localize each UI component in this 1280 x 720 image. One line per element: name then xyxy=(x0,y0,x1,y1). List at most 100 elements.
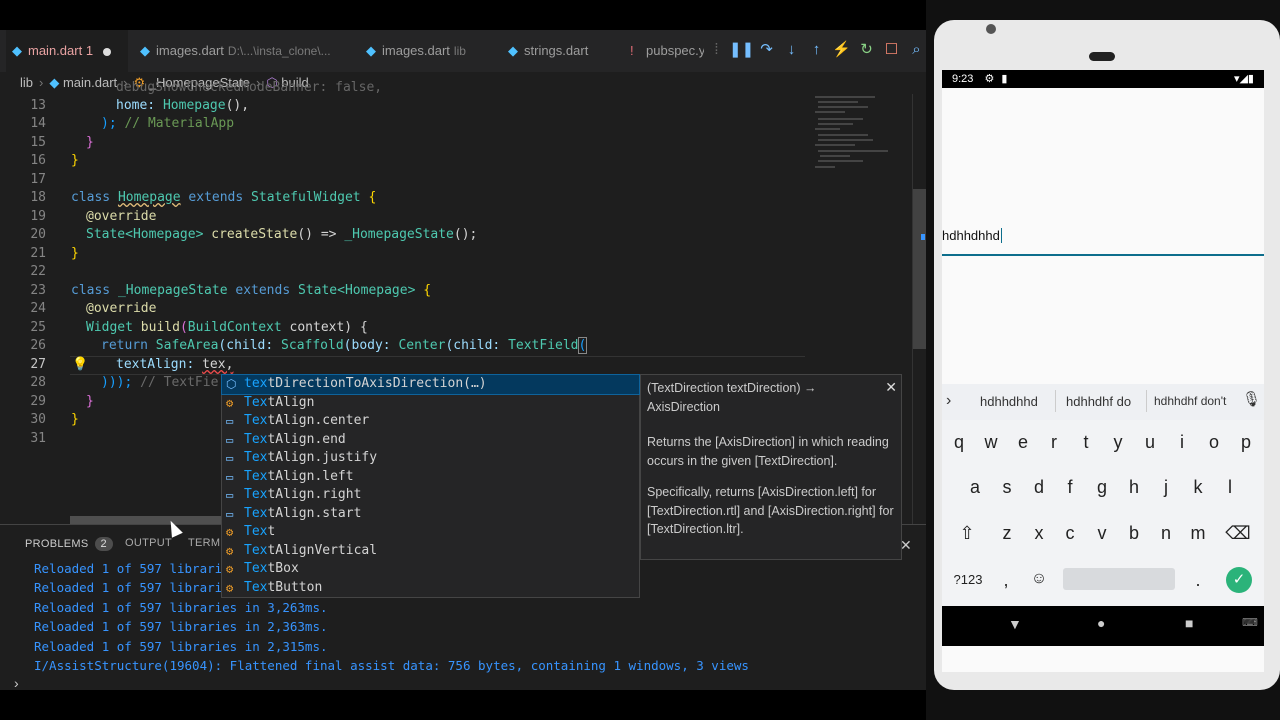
key-l[interactable]: l xyxy=(1216,477,1244,498)
key-i[interactable]: i xyxy=(1168,432,1196,453)
key-y[interactable]: y xyxy=(1104,432,1132,453)
inspect-icon[interactable]: ⌕ xyxy=(904,41,926,58)
key-x[interactable]: x xyxy=(1025,523,1053,544)
breadcrumb-lib[interactable]: lib xyxy=(20,75,33,90)
home-icon[interactable]: ● xyxy=(1097,615,1105,631)
horizontal-scrollbar[interactable] xyxy=(70,516,230,524)
word-suggestion[interactable]: hdhhdhf do xyxy=(1066,394,1131,409)
suggestion-item[interactable]: ▭ TextAlign.end xyxy=(222,431,639,450)
suggestion-item[interactable]: ▭ TextAlign.justify xyxy=(222,449,639,468)
tab-strings-dart[interactable]: ◆ strings.dart xyxy=(502,30,612,72)
key-n[interactable]: n xyxy=(1152,523,1180,544)
done-check-icon[interactable]: ✓ xyxy=(1226,567,1252,593)
step-out-icon[interactable]: ↑ xyxy=(804,41,829,58)
key-p[interactable]: p xyxy=(1232,432,1260,453)
key-w[interactable]: w xyxy=(977,432,1005,453)
suggestion-list[interactable]: ⬡ textDirectionToAxisDirection(…) ⚙ TextAl… xyxy=(221,374,640,598)
recents-icon[interactable]: ■ xyxy=(1185,615,1193,631)
sd-card-icon: ▮ xyxy=(1001,73,1008,85)
suggestion-item[interactable]: ⚙ TextBox xyxy=(222,560,639,579)
word-suggestion[interactable]: hdhhdhf don't xyxy=(1154,394,1226,408)
tab-images-dart-1[interactable]: ◆ images.dart D:\...\insta_clone\... xyxy=(134,30,354,72)
enum-icon: ▭ xyxy=(226,488,234,502)
tab-problems[interactable]: PROBLEMS 2 xyxy=(25,537,113,551)
key-m[interactable]: m xyxy=(1184,523,1212,544)
key-v[interactable]: v xyxy=(1088,523,1116,544)
hot-reload-icon[interactable]: ⚡ xyxy=(829,40,854,58)
suggestion-item[interactable]: ⚙ TextAlign xyxy=(222,394,639,413)
line-number: 21 xyxy=(30,246,46,261)
class-icon: ⚙ xyxy=(226,580,234,595)
suggestion-item[interactable]: ▭ TextAlign.center xyxy=(222,412,639,431)
back-icon[interactable]: ▼ xyxy=(1008,616,1022,632)
stop-icon[interactable]: ☐ xyxy=(879,40,904,58)
suggestion-item[interactable]: ▭ TextAlign.start xyxy=(222,505,639,524)
line-number: 16 xyxy=(30,153,46,168)
key-q[interactable]: q xyxy=(945,432,973,453)
key-e[interactable]: e xyxy=(1009,432,1037,453)
keyboard-switch-icon[interactable]: ⌨ xyxy=(1242,616,1258,629)
breadcrumb-file[interactable]: main.dart xyxy=(63,75,117,90)
minimap[interactable] xyxy=(810,94,910,184)
chevron-right-icon[interactable]: › xyxy=(14,675,19,690)
suggestion-item[interactable]: ▭ TextAlign.right xyxy=(222,486,639,505)
key-z[interactable]: z xyxy=(993,523,1021,544)
step-into-icon[interactable]: ↓ xyxy=(779,41,804,58)
lightbulb-icon[interactable]: 💡 xyxy=(72,357,88,372)
line-number: 13 xyxy=(30,98,46,113)
pause-icon[interactable]: ❚❚ xyxy=(729,40,754,58)
vertical-scrollbar[interactable] xyxy=(912,94,926,524)
tab-images-dart-2[interactable]: ◆ images.dart lib xyxy=(360,30,490,72)
key-c[interactable]: c xyxy=(1056,523,1084,544)
tab-main-dart[interactable]: ◆ main.dart 1 xyxy=(6,30,128,72)
key-b[interactable]: b xyxy=(1120,523,1148,544)
microphone-icon[interactable]: 🎙 xyxy=(1242,390,1261,408)
key-u[interactable]: u xyxy=(1136,432,1164,453)
code-line-20: State<Homepage> createState() => _Homepa… xyxy=(86,227,478,242)
shift-key-icon[interactable]: ⇧ xyxy=(953,523,981,544)
suggestion-item[interactable]: ⚙ Text xyxy=(222,523,639,542)
suggestion-item[interactable]: ⚙ TextButton xyxy=(222,579,639,598)
key-j[interactable]: j xyxy=(1152,477,1180,498)
key-f[interactable]: f xyxy=(1056,477,1084,498)
code-line-12: debugShowCheckedModeBanner: false, xyxy=(116,80,383,95)
tab-output[interactable]: OUTPUT xyxy=(125,537,172,549)
suggestion-item[interactable]: ▭ TextAlign.left xyxy=(222,468,639,487)
space-bar[interactable] xyxy=(1063,568,1175,590)
key-k[interactable]: k xyxy=(1184,477,1212,498)
restart-icon[interactable]: ↻ xyxy=(854,40,879,58)
scroll-thumb[interactable] xyxy=(913,189,926,349)
key-h[interactable]: h xyxy=(1120,477,1148,498)
suggestion-item[interactable]: ⬡ textDirectionToAxisDirection(…) xyxy=(221,374,640,395)
text-field[interactable]: hdhhdhhd xyxy=(942,228,1264,243)
key-o[interactable]: o xyxy=(1200,432,1228,453)
output-line: Reloaded 1 of 597 libraries in 3,263ms. xyxy=(34,600,328,615)
comma-key[interactable]: , xyxy=(992,570,1020,591)
backspace-icon[interactable]: ⌫ xyxy=(1224,523,1252,544)
key-g[interactable]: g xyxy=(1088,477,1116,498)
key-t[interactable]: t xyxy=(1072,432,1100,453)
line-number: 30 xyxy=(30,412,46,427)
enum-icon: ▭ xyxy=(226,506,234,521)
line-number: 15 xyxy=(30,135,46,150)
key-a[interactable]: a xyxy=(961,477,989,498)
class-icon: ⚙ xyxy=(226,562,234,576)
tab-terminal[interactable]: TERMI xyxy=(188,537,224,549)
word-suggestion[interactable]: hdhhdhhd xyxy=(980,394,1038,409)
drag-handle-icon[interactable]: ⁞ xyxy=(704,41,729,58)
key-s[interactable]: s xyxy=(993,477,1021,498)
line-number: 20 xyxy=(30,227,46,242)
key-r[interactable]: r xyxy=(1040,432,1068,453)
line-number: 28 xyxy=(30,375,46,390)
key-d[interactable]: d xyxy=(1025,477,1053,498)
symbols-key[interactable]: ?123 xyxy=(948,572,988,587)
emoji-icon[interactable]: ☺ xyxy=(1025,570,1053,588)
tab-pubspec[interactable]: ! pubspec.y xyxy=(624,30,704,72)
chevron-right-icon[interactable]: › xyxy=(946,392,951,410)
suggestion-item[interactable]: ⚙ TextAlignVertical xyxy=(222,542,639,561)
line-number: 25 xyxy=(30,320,46,335)
period-key[interactable]: . xyxy=(1184,570,1212,591)
close-icon[interactable]: ✕ xyxy=(885,378,897,397)
step-over-icon[interactable]: ↷ xyxy=(754,40,779,58)
text-field-underline xyxy=(942,254,1264,256)
